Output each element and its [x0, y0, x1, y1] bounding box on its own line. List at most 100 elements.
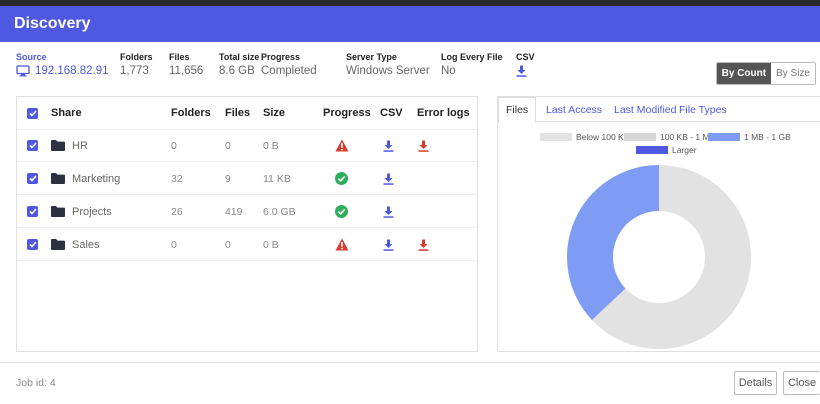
row-checkbox[interactable]: [27, 229, 38, 260]
legend-item[interactable]: Larger: [636, 145, 697, 155]
share-name-cell[interactable]: Sales: [51, 229, 100, 260]
legend-swatch: [540, 133, 572, 141]
dialog-footer: Job id: 4 Details Close: [0, 362, 820, 404]
table-header-row: Share Folders Files Size Progress CSV Er…: [17, 97, 477, 130]
checkbox-checked-icon: [27, 107, 38, 119]
checkbox-checked-icon: [27, 206, 38, 217]
summary-files: Files 11,656: [169, 52, 203, 77]
share-name-cell[interactable]: Projects: [51, 196, 112, 227]
source-value-row[interactable]: 192.168.82.91: [16, 65, 109, 77]
by-count-button[interactable]: By Count: [716, 63, 772, 84]
size-cell: 6.0 GB: [263, 205, 296, 218]
col-size[interactable]: Size: [263, 97, 285, 129]
files-value: 11,656: [169, 65, 204, 77]
folders-cell: 0: [171, 139, 177, 152]
table-row[interactable]: HR 0 0 0 B: [17, 130, 477, 162]
download-icon: [418, 140, 429, 152]
share-name-cell[interactable]: Marketing: [51, 163, 120, 194]
share-name: Sales: [72, 238, 100, 251]
legend-item[interactable]: Below 100 KB: [540, 132, 629, 142]
table-row[interactable]: Sales 0 0 0 B: [17, 229, 477, 261]
share-name-cell[interactable]: HR: [51, 130, 88, 161]
files-cell: 419: [225, 205, 243, 218]
checkbox-checked-icon: [27, 140, 38, 151]
summary-bar: Source 192.168.82.91 Folders 1,773 Files…: [0, 52, 820, 92]
files-label: Files: [169, 52, 190, 62]
tab-file-types[interactable]: File Types: [679, 97, 727, 122]
folders-cell: 32: [171, 172, 183, 185]
row-checkbox[interactable]: [27, 163, 38, 194]
tab-last-access[interactable]: Last Access: [546, 97, 602, 122]
csv-label: CSV: [516, 52, 535, 62]
folder-icon: [51, 173, 65, 184]
error-log-download-button[interactable]: [418, 229, 429, 260]
download-icon: [516, 65, 527, 77]
col-progress[interactable]: Progress: [323, 97, 371, 129]
col-share[interactable]: Share: [51, 97, 82, 129]
log-every-file-label: Log Every File: [441, 52, 503, 62]
summary-total-size: Total size 8.6 GB: [219, 52, 259, 77]
legend-swatch: [636, 146, 668, 154]
tab-files[interactable]: Files: [498, 97, 537, 123]
folders-cell: 0: [171, 238, 177, 251]
checkbox-checked-icon: [27, 173, 38, 184]
details-button[interactable]: Details: [734, 371, 777, 395]
legend-swatch: [708, 133, 740, 141]
total-size-label: Total size: [219, 52, 260, 62]
download-icon: [383, 206, 394, 218]
donut-slice[interactable]: [567, 165, 659, 320]
table-row[interactable]: Marketing 32 9 11 KB: [17, 163, 477, 195]
csv-download-button[interactable]: [516, 65, 535, 80]
col-files[interactable]: Files: [225, 97, 250, 129]
folders-label: Folders: [120, 52, 153, 62]
chart-tabs: Files Last Access Last Modified File Types: [498, 97, 820, 123]
summary-folders: Folders 1,773: [120, 52, 153, 77]
legend-item[interactable]: 1 MB - 1 GB: [708, 132, 791, 142]
summary-csv: CSV: [516, 52, 535, 80]
download-icon: [418, 239, 429, 251]
legend-item[interactable]: 100 KB - 1 MB: [624, 132, 715, 142]
chart-panel: Files Last Access Last Modified File Types …: [497, 96, 820, 352]
share-name: Marketing: [72, 172, 121, 185]
total-size-value: 8.6 GB: [219, 65, 255, 77]
folders-value: 1,773: [120, 65, 149, 77]
files-cell: 9: [225, 172, 231, 185]
tab-last-modified[interactable]: Last Modified: [614, 97, 676, 122]
warning-triangle-icon: [335, 238, 349, 251]
dialog-header: Discovery: [0, 6, 820, 42]
col-folders[interactable]: Folders: [171, 97, 211, 129]
csv-download-button[interactable]: [383, 229, 394, 260]
progress-value: Completed: [261, 65, 317, 77]
csv-download-button[interactable]: [383, 196, 394, 227]
progress-status: [335, 163, 348, 194]
error-log-download-button[interactable]: [418, 130, 429, 161]
legend-label: 1 MB - 1 GB: [744, 132, 791, 142]
row-checkbox[interactable]: [27, 130, 38, 161]
progress-status: [335, 130, 349, 161]
progress-status: [335, 196, 348, 227]
col-error-logs[interactable]: Error logs: [417, 97, 470, 129]
by-size-button[interactable]: By Size: [771, 63, 815, 84]
select-all-checkbox[interactable]: [27, 97, 38, 129]
csv-download-button[interactable]: [383, 130, 394, 161]
folders-cell: 26: [171, 205, 183, 218]
warning-triangle-icon: [335, 139, 349, 152]
source-value[interactable]: 192.168.82.91: [35, 65, 109, 77]
share-name: HR: [72, 139, 88, 152]
monitor-icon: [16, 65, 30, 77]
row-checkbox[interactable]: [27, 196, 38, 227]
close-button[interactable]: Close: [783, 371, 820, 395]
size-cell: 0 B: [263, 238, 279, 251]
size-cell: 11 KB: [263, 172, 291, 185]
view-toggle: By Count By Size: [715, 62, 816, 85]
dialog-title: Discovery: [14, 15, 91, 32]
table-row[interactable]: Projects 26 419 6.0 GB: [17, 196, 477, 228]
download-icon: [383, 239, 394, 251]
server-type-label: Server Type: [346, 52, 397, 62]
server-type-value: Windows Server: [346, 65, 430, 77]
col-csv[interactable]: CSV: [380, 97, 403, 129]
summary-progress: Progress Completed: [261, 52, 317, 77]
folder-icon: [51, 206, 65, 217]
csv-download-button[interactable]: [383, 163, 394, 194]
folder-icon: [51, 140, 65, 151]
